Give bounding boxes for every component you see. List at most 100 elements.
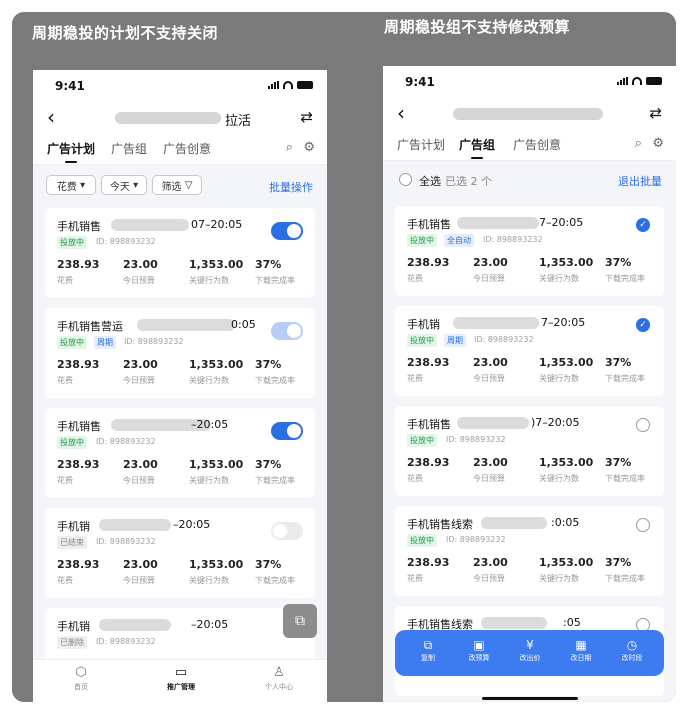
metric-label: 花费 [57,376,73,385]
campaign-card[interactable]: 手机销售 7–20:05 投放中 全自动 ID: 898893232 238.93 花费 23… [395,206,664,296]
redacted-name [99,519,171,531]
folder-icon: ▭ [174,665,188,680]
signal-icon [268,81,279,89]
tab-plan[interactable]: 广告计划 [397,136,445,153]
metric-value: 23.00 [473,356,508,369]
card-schedule-time: 7–20:05 [541,316,586,329]
metric-label: 今日预算 [123,576,155,585]
switch-account-icon[interactable]: ⇄ [300,108,313,126]
card-schedule-time: 07–20:05 [191,218,243,231]
tab-creative[interactable]: 广告创意 [513,136,561,153]
metric-label: 关键行为数 [189,576,229,585]
nav-bar: ‹ ⇄ [383,96,676,130]
batch-action-1[interactable]: ⧉ 复制 [403,637,453,663]
floating-action-button[interactable]: ⧉ [283,604,317,638]
metric-label: 下载完成率 [255,376,295,385]
card-id: ID: 898893232 [474,335,534,344]
toggle-knob [273,524,287,538]
campaign-toggle-switch[interactable] [271,222,303,240]
tab-plan[interactable]: 广告计划 [47,140,95,163]
campaign-card[interactable]: 手机销售 07–20:05 投放中 ID: 898893232 238.93 花费 23.0… [45,208,315,298]
right-caption: 周期稳投组不支持修改预算 [384,18,571,36]
redacted-name [457,217,539,229]
filter-chip[interactable]: 筛选 ▽ [152,175,202,195]
tab-creative[interactable]: 广告创意 [163,140,211,157]
select-all-radio[interactable] [399,173,412,186]
selected-count: 已选 2 个 [445,175,492,188]
search-icon[interactable]: ⌕ [286,140,293,155]
card-id: ID: 898893232 [96,237,156,246]
card-name: 手机销售线索 [407,518,473,531]
presentation-backdrop: 周期稳投的计划不支持关闭 周期稳投组不支持修改预算 9:41 ‹ 拉活 ⇄ 广告… [12,12,676,702]
person-icon: ♙ [273,665,285,680]
metric-label: 下载完成率 [605,574,645,583]
metric-label: 关键行为数 [539,374,579,383]
campaign-toggle-switch[interactable] [271,322,303,340]
page-title: 拉活 [225,114,252,129]
unchecked-checkbox[interactable] [636,518,650,532]
campaign-card[interactable]: 手机销 7–20:05 投放中 周期 ID: 898893232 238.93 花费 23.0… [395,306,664,396]
card-schedule-time: :0:05 [551,516,580,529]
redacted-name [457,417,529,429]
metric-label: 下载完成率 [605,274,645,283]
metric-label: 花费 [407,574,423,583]
switch-account-icon[interactable]: ⇄ [649,104,662,122]
campaign-card[interactable]: 手机销售)7–20:05 投放中 ID: 898893232 238.93 花费 23.0… [395,406,664,496]
exit-batch-link[interactable]: 退出批量 [618,173,662,189]
metric-value: 238.93 [57,358,100,371]
action-label: 改时段 [621,654,643,662]
system-icons [268,81,313,89]
status-badge: 投放中 [57,336,87,349]
metric-value: 23.00 [123,558,158,571]
metric-label: 关键行为数 [539,474,579,483]
campaign-toggle-switch[interactable] [271,422,303,440]
batch-action-4[interactable]: ▦ 改日期 [556,637,606,663]
metric-value: 23.00 [473,456,508,469]
batch-action-2[interactable]: ▣ 改预算 [454,637,504,663]
battery-icon [297,81,313,89]
calendar-icon: ▦ [575,638,587,652]
metric-value: 1,353.00 [539,356,594,369]
batch-action-5[interactable]: ◷ 改时段 [607,637,657,663]
card-name: 手机销售 [57,420,101,433]
cost-sort-chip[interactable]: 花费 ▾ [46,175,96,195]
tabbar-label: 首页 [74,683,88,691]
checked-checkbox[interactable]: ✓ [636,218,650,232]
metric-value: 238.93 [57,558,100,571]
filter-chip-label: 筛选 [161,181,182,193]
status-badge: 投放中 [57,236,87,249]
chevron-down-icon: ▾ [129,179,139,191]
wifi-icon [283,81,293,89]
card-schedule-time: –20:05 [191,618,229,631]
card-id: ID: 898893232 [446,435,506,444]
batch-operation-link[interactable]: 批量操作 [269,179,313,195]
date-chip[interactable]: 今天 ▾ [101,175,147,195]
metric-label: 关键行为数 [189,376,229,385]
batch-action-3[interactable]: ¥ 改出价 [505,637,555,663]
filter-bar: 花费 ▾ 今天 ▾ 筛选 ▽ 批量操作 [33,165,327,205]
campaign-toggle-switch[interactable] [271,522,303,540]
tabbar-item[interactable]: ⬡ 首页 [51,664,111,692]
campaign-card[interactable]: 手机销 –20:05 已结束 ID: 898893232 238.93 花费 23.00 今日… [45,508,315,598]
unchecked-checkbox[interactable] [636,418,650,432]
checked-checkbox[interactable]: ✓ [636,318,650,332]
redacted-name [453,317,539,329]
tabbar-item[interactable]: ♙ 个人中心 [249,664,309,692]
campaign-card[interactable]: 手机销售线索:0:05 投放中 ID: 898893232 238.93 花费 23.00… [395,506,664,596]
tab-group[interactable]: 广告组 [111,140,147,157]
tab-group[interactable]: 广告组 [459,136,495,159]
campaign-card[interactable]: 手机销售 –20:05 投放中 ID: 898893232 238.93 花费 23.00 今… [45,408,315,498]
settings-filter-icon[interactable]: ⚙ [303,140,315,155]
back-icon[interactable]: ‹ [397,103,405,123]
metric-value: 37% [255,558,282,571]
metric-label: 花费 [57,476,73,485]
settings-filter-icon[interactable]: ⚙ [652,136,664,151]
metric-label: 今日预算 [473,474,505,483]
select-all-label[interactable]: 全选 [419,173,441,189]
funnel-icon: ▽ [181,179,193,191]
search-icon[interactable]: ⌕ [635,136,642,151]
tabbar-item[interactable]: ▭ 推广管理 [151,664,211,692]
campaign-card[interactable]: 手机销售营运 0:05 投放中 周期 ID: 898893232 238.93 花费 23.0… [45,308,315,398]
metric-value: 238.93 [407,456,450,469]
back-icon[interactable]: ‹ [47,107,55,127]
